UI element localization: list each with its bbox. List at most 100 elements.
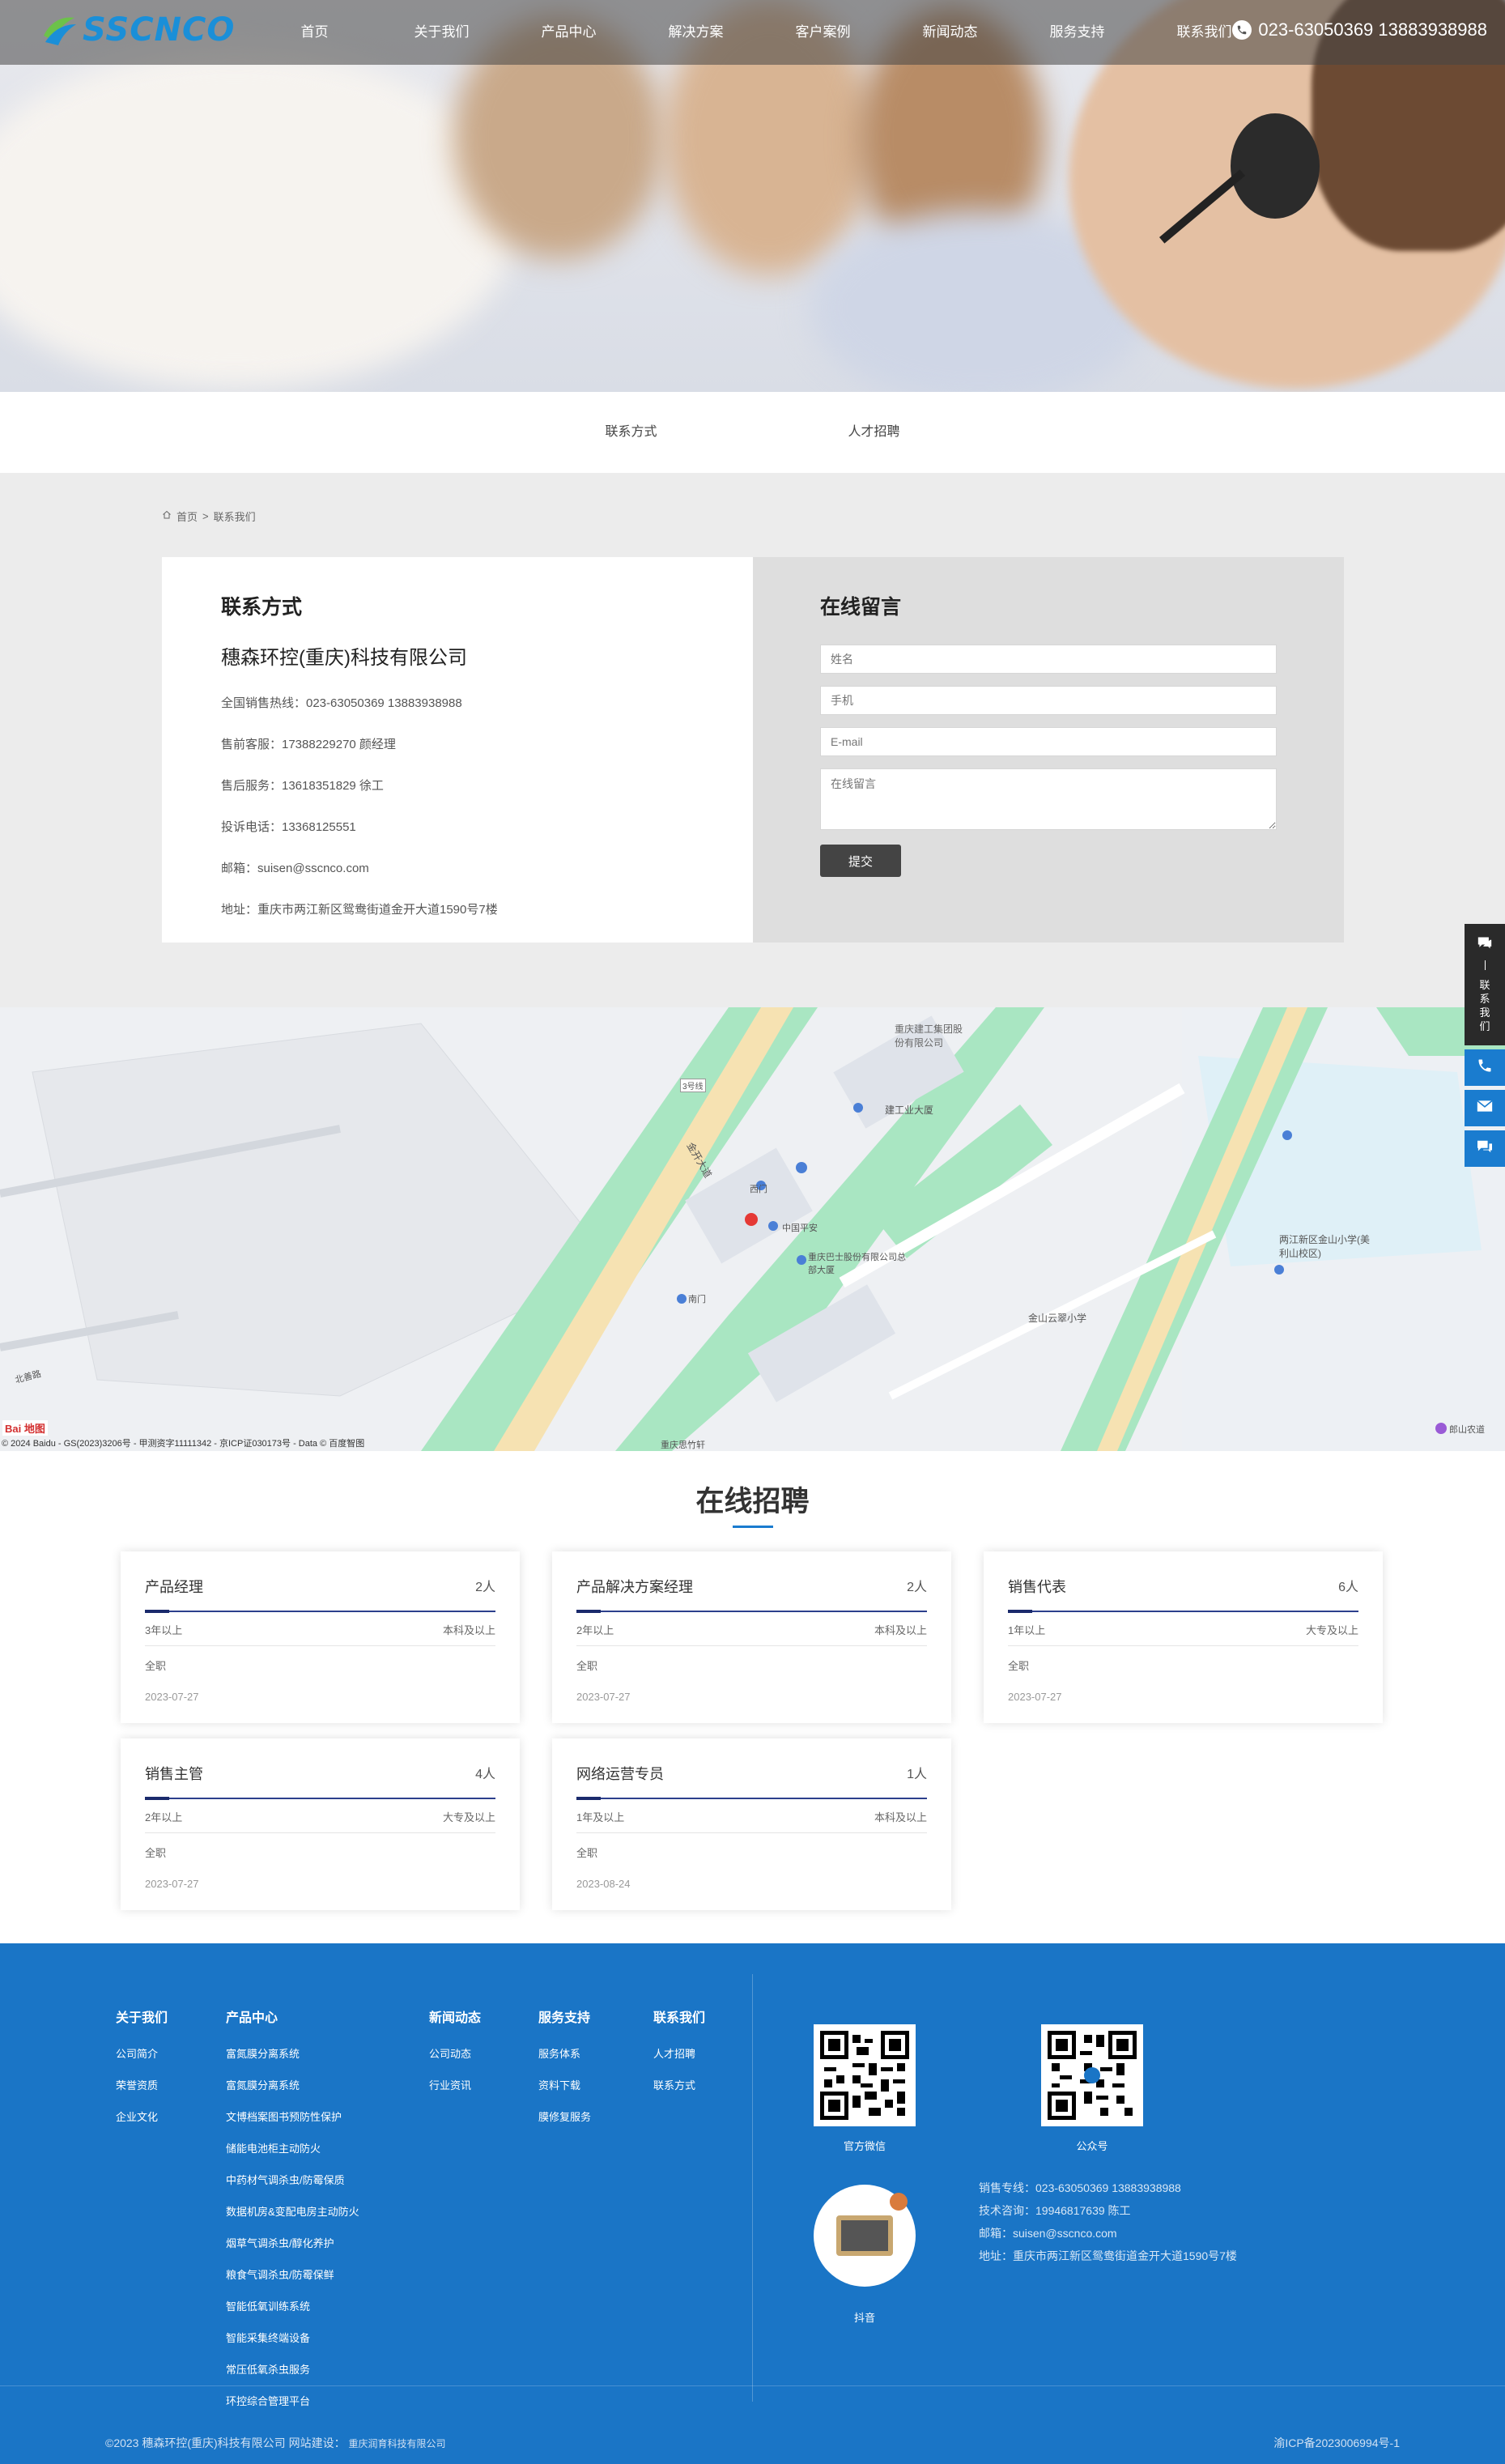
job-card[interactable]: 销售代表 6人 1年以上 大专及以上 全职 2023-07-27 <box>984 1551 1383 1723</box>
name-input[interactable] <box>820 645 1277 674</box>
footer-link[interactable]: 数据机房&变配电房主动防火 <box>226 2203 359 2219</box>
job-type: 全职 <box>576 1847 598 1859</box>
tab-contact[interactable]: 联系方式 <box>510 392 753 473</box>
side-contact-toggle[interactable]: 联系我们 <box>1465 924 1505 1045</box>
presales-service: 售前客服：17388229270 颜经理 <box>221 738 396 751</box>
contact-info-card: 联系方式 穗森环控(重庆)科技有限公司 全国销售热线：023-63050369 … <box>162 557 753 943</box>
footer-link[interactable]: 膜修复服务 <box>538 2109 591 2124</box>
job-card[interactable]: 网络运营专员 1人 1年及以上 本科及以上 全职 2023-08-24 <box>552 1738 951 1910</box>
job-experience: 1年以上 <box>1008 1624 1046 1636</box>
nav-cases[interactable]: 客户案例 <box>759 0 886 65</box>
footer-link[interactable]: 资料下载 <box>538 2077 591 2092</box>
footer-divider <box>752 1974 753 2402</box>
complaint-phone: 投诉电话：13368125551 <box>221 820 356 834</box>
douyin-qr-code <box>814 2185 916 2287</box>
footer-address: 地址：重庆市两江新区鸳鸯街道金开大道1590号7楼 <box>979 2249 1237 2262</box>
footer-col-products: 产品中心 富氮膜分离系统 富氮膜分离系统 文博档案图书预防性保护 储能电池柜主动… <box>226 2007 359 2424</box>
footer-link[interactable]: 中药材气调杀虫/防霉保质 <box>226 2172 359 2187</box>
nav-products[interactable]: 产品中心 <box>505 0 632 65</box>
qr-caption-douyin: 抖音 <box>853 2312 875 2324</box>
side-contact-widget: 联系我们 <box>1465 924 1505 1167</box>
chat-icon <box>1477 935 1493 954</box>
footer-link[interactable]: 粮食气调杀虫/防霉保鲜 <box>226 2266 359 2282</box>
sales-hotline: 全国销售热线：023-63050369 13883938988 <box>221 696 462 710</box>
nav-home[interactable]: 首页 <box>251 0 378 65</box>
breadcrumb-home[interactable]: 首页 <box>176 509 198 524</box>
job-count: 1人 <box>907 1768 927 1781</box>
footer-tech-line: 技术咨询：19946817639 陈工 <box>979 2204 1131 2217</box>
footer-col-title[interactable]: 产品中心 <box>226 2007 359 2026</box>
footer-link[interactable]: 公司动态 <box>429 2045 481 2061</box>
footer-link[interactable]: 荣誉资质 <box>116 2077 168 2092</box>
side-phone-button[interactable] <box>1465 1049 1505 1086</box>
side-message-button[interactable] <box>1465 1130 1505 1167</box>
map-label: 重庆建工集团股份有限公司 <box>895 1023 963 1049</box>
job-divider <box>576 1797 927 1800</box>
footer-link[interactable]: 人才招聘 <box>653 2045 705 2061</box>
sub-tabs: 联系方式 人才招聘 <box>0 392 1505 473</box>
job-education: 大专及以上 <box>442 1811 495 1824</box>
map-label: 重庆思竹轩 <box>661 1441 705 1450</box>
nav-support[interactable]: 服务支持 <box>1014 0 1141 65</box>
footer-col-title[interactable]: 新闻动态 <box>429 2007 481 2026</box>
map-canvas[interactable] <box>0 1007 1505 1451</box>
breadcrumb-current[interactable]: 联系我们 <box>214 509 256 524</box>
job-count: 2人 <box>907 1581 927 1594</box>
nav-news[interactable]: 新闻动态 <box>886 0 1014 65</box>
job-education: 本科及以上 <box>442 1624 495 1636</box>
map-label: 西门 <box>750 1185 767 1194</box>
footer-link[interactable]: 富氮膜分离系统 <box>226 2077 359 2092</box>
job-title: 销售主管 <box>145 1766 203 1782</box>
footer-link[interactable]: 常压低氧杀虫服务 <box>226 2361 359 2377</box>
qr-code-icon <box>1048 2031 1137 2120</box>
icp-number[interactable]: 渝ICP备2023006994号-1 <box>1273 2435 1400 2451</box>
footer-col-title[interactable]: 关于我们 <box>116 2007 168 2026</box>
baidu-map[interactable]: 重庆建工集团股份有限公司 建工业大厦 西门 中国平安 重庆巴士股份有限公司总部大… <box>0 1007 1505 1451</box>
header-hotline: 023-63050369 13883938988 <box>1232 19 1487 40</box>
job-divider <box>145 1610 495 1613</box>
logo[interactable]: SSCNCO <box>40 11 235 49</box>
email-input[interactable] <box>820 727 1277 756</box>
job-card[interactable]: 产品解决方案经理 2人 2年以上 本科及以上 全职 2023-07-27 <box>552 1551 951 1723</box>
site-header: SSCNCO 首页 关于我们 产品中心 解决方案 客户案例 新闻动态 服务支持 … <box>0 0 1505 65</box>
phone-input[interactable] <box>820 686 1277 715</box>
footer-link[interactable]: 企业文化 <box>116 2109 168 2124</box>
footer-link[interactable]: 服务体系 <box>538 2045 591 2061</box>
job-type: 全职 <box>1008 1660 1030 1672</box>
footer-link[interactable]: 智能采集终端设备 <box>226 2330 359 2345</box>
job-title: 销售代表 <box>1008 1579 1066 1595</box>
footer-col-title[interactable]: 联系我们 <box>653 2007 705 2026</box>
tab-recruit[interactable]: 人才招聘 <box>753 392 996 473</box>
qr-code-icon <box>820 2031 909 2120</box>
footer-col-about: 关于我们 公司简介 荣誉资质 企业文化 <box>116 2007 168 2140</box>
douyin-photo-icon <box>836 2215 893 2256</box>
footer-link[interactable]: 烟草气调杀虫/醇化养护 <box>226 2235 359 2250</box>
nav-about[interactable]: 关于我们 <box>378 0 505 65</box>
job-count: 6人 <box>1338 1581 1358 1594</box>
nav-solutions[interactable]: 解决方案 <box>632 0 759 65</box>
footer-link[interactable]: 富氮膜分离系统 <box>226 2045 359 2061</box>
job-experience: 1年及以上 <box>576 1811 625 1824</box>
footer-link[interactable]: 智能低氧训练系统 <box>226 2298 359 2313</box>
message-form: 在线留言 提交 <box>753 557 1344 943</box>
footer-link[interactable]: 行业资讯 <box>429 2077 481 2092</box>
main-nav: 首页 关于我们 产品中心 解决方案 客户案例 新闻动态 服务支持 联系我们 <box>251 0 1268 65</box>
job-title: 产品解决方案经理 <box>576 1579 693 1595</box>
job-card[interactable]: 销售主管 4人 2年以上 大专及以上 全职 2023-07-27 <box>121 1738 520 1910</box>
job-card[interactable]: 产品经理 2人 3年以上 本科及以上 全职 2023-07-27 <box>121 1551 520 1723</box>
builder-link[interactable]: 重庆润育科技有限公司 <box>348 2438 445 2449</box>
job-divider <box>1008 1610 1358 1613</box>
message-textarea[interactable] <box>820 768 1277 830</box>
footer-col-title[interactable]: 服务支持 <box>538 2007 591 2026</box>
baidu-map-logo: Bai 地图 <box>2 1420 48 1436</box>
breadcrumb: 首页 > 联系我们 <box>162 509 256 524</box>
footer-link[interactable]: 文博档案图书预防性保护 <box>226 2109 359 2124</box>
recruit-title: 在线招聘 <box>695 1486 810 1517</box>
footer-link[interactable]: 联系方式 <box>653 2077 705 2092</box>
phone-icon <box>1477 1058 1493 1078</box>
side-email-button[interactable] <box>1465 1090 1505 1126</box>
footer-link[interactable]: 公司简介 <box>116 2045 168 2061</box>
submit-button[interactable]: 提交 <box>820 845 901 877</box>
footer-link[interactable]: 储能电池柜主动防火 <box>226 2140 359 2155</box>
contact-title: 联系方式 <box>221 596 303 619</box>
